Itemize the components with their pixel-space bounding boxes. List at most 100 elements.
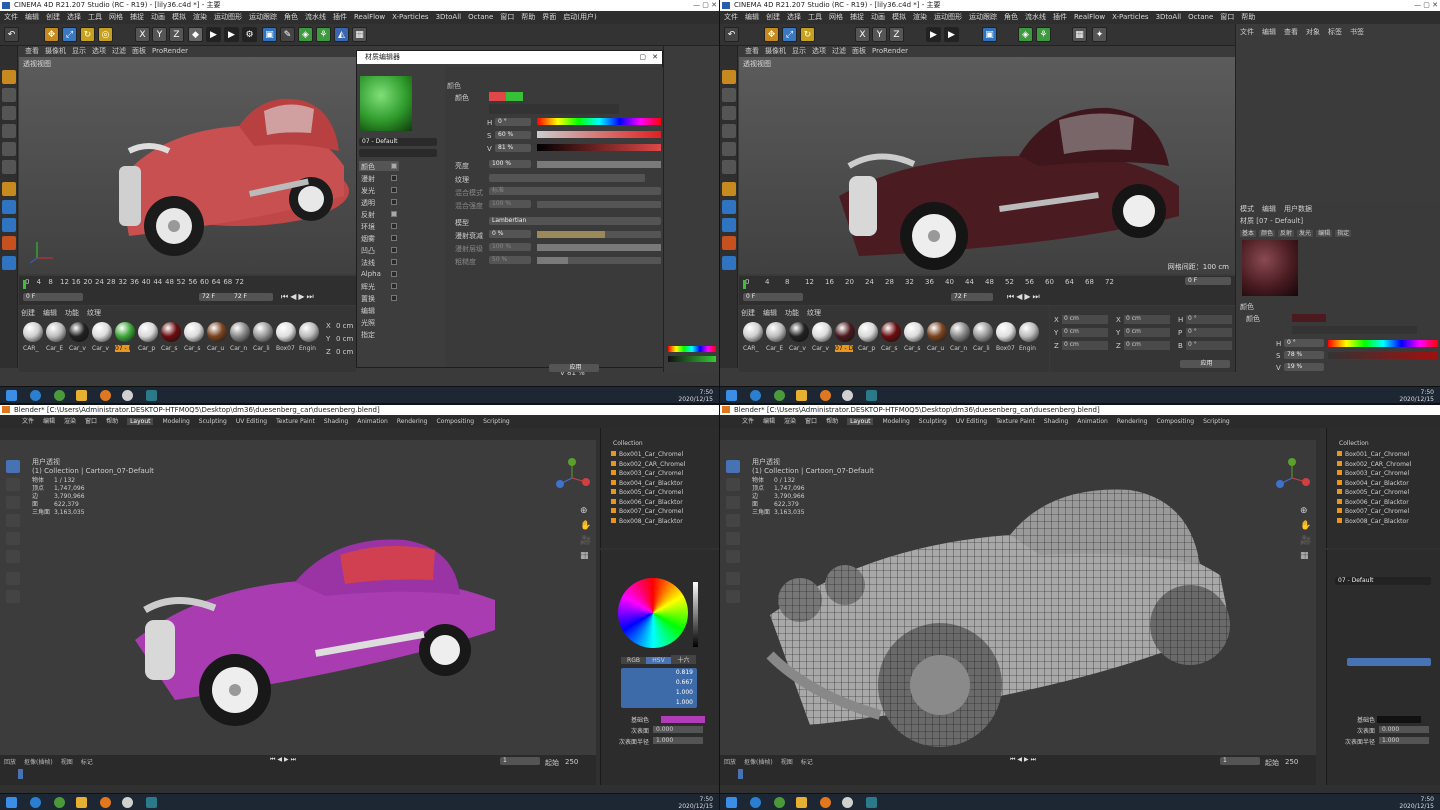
timeline-menu-item[interactable]: 抠像(插帧) bbox=[24, 759, 53, 766]
app-icon[interactable] bbox=[146, 797, 157, 808]
outliner-item-label[interactable]: Box004_Car_Blacktor bbox=[1345, 480, 1409, 487]
workspace-tab[interactable]: Sculpting bbox=[199, 418, 227, 425]
cloner-icon[interactable]: ⚘ bbox=[1036, 27, 1051, 42]
material-ball[interactable] bbox=[253, 322, 273, 342]
cinema4d-icon[interactable] bbox=[842, 797, 853, 808]
value-field[interactable]: 81 % bbox=[495, 144, 531, 152]
menu-item[interactable]: 3DtoAll bbox=[436, 13, 462, 21]
undo-icon[interactable]: ↶ bbox=[724, 27, 739, 42]
channel-row[interactable]: 漫射 bbox=[359, 173, 399, 183]
material-ball[interactable] bbox=[299, 322, 319, 342]
menu-item[interactable]: 编辑 bbox=[763, 418, 775, 425]
object-menu-item[interactable]: 文件 bbox=[1240, 28, 1254, 36]
app-icon[interactable] bbox=[146, 390, 157, 401]
live-select-icon[interactable]: ◎ bbox=[98, 27, 113, 42]
outliner-item-label[interactable]: Box004_Car_Blacktor bbox=[619, 480, 683, 487]
points-mode-icon[interactable] bbox=[722, 124, 736, 138]
outliner-item[interactable]: Box006_Car_Blacktor bbox=[1337, 498, 1411, 508]
channel-checkbox[interactable] bbox=[391, 199, 397, 205]
object-menu-item[interactable]: 对象 bbox=[1306, 28, 1320, 36]
workspace-tab[interactable]: Scripting bbox=[483, 418, 510, 425]
menu-item[interactable]: 创建 bbox=[46, 13, 60, 21]
saturation-slider[interactable] bbox=[1328, 352, 1438, 359]
windows-start-icon[interactable] bbox=[6, 390, 17, 401]
menu-item[interactable]: 运动跟踪 bbox=[249, 13, 277, 21]
move-tool-icon[interactable] bbox=[6, 496, 20, 509]
material-name-field[interactable]: 07 - Default bbox=[359, 138, 437, 146]
playhead[interactable] bbox=[743, 280, 746, 289]
channel-label[interactable]: 辉光 bbox=[361, 282, 375, 292]
viewport-menu-item[interactable]: 显示 bbox=[72, 47, 86, 55]
diffuse-level-slider[interactable] bbox=[537, 244, 661, 251]
outliner-item-label[interactable]: Box007_Car_Chromel bbox=[619, 508, 683, 515]
coord-value-field[interactable]: 0 cm bbox=[1062, 315, 1108, 324]
menu-item[interactable]: 窗口 bbox=[805, 418, 817, 425]
model-mode-icon[interactable] bbox=[722, 88, 736, 102]
material-ball[interactable] bbox=[69, 322, 89, 342]
menu-item[interactable]: 选择 bbox=[67, 13, 81, 21]
close-icon[interactable]: ✕ bbox=[652, 51, 658, 64]
attribute-tab[interactable]: 指定 bbox=[1335, 230, 1352, 237]
coord-value-field[interactable]: 0 cm bbox=[1124, 328, 1170, 337]
menu-item[interactable]: 模拟 bbox=[172, 13, 186, 21]
material-ball[interactable] bbox=[207, 322, 227, 342]
folder-icon[interactable] bbox=[796, 390, 807, 401]
subdivision-icon[interactable]: ◈ bbox=[298, 27, 313, 42]
blender-icon[interactable] bbox=[100, 390, 111, 401]
hue-slider[interactable] bbox=[537, 118, 661, 125]
surface-button[interactable] bbox=[1347, 658, 1431, 666]
viewport-menu-item[interactable]: 选项 bbox=[812, 47, 826, 55]
folder-icon[interactable] bbox=[76, 797, 87, 808]
menu-item[interactable]: 渲染 bbox=[64, 418, 76, 425]
menu-item[interactable]: 界面 bbox=[542, 13, 556, 21]
material-ball[interactable] bbox=[115, 322, 135, 342]
material-label[interactable]: Car_li bbox=[973, 345, 990, 352]
color-mode-tab[interactable]: RGB bbox=[621, 657, 646, 664]
color-swatch[interactable] bbox=[1292, 314, 1326, 322]
playback-controls[interactable]: ⏮◀▶⏭ bbox=[1010, 756, 1038, 764]
rotate-tool-icon[interactable] bbox=[726, 514, 740, 527]
workspace-tab[interactable]: UV Editing bbox=[956, 418, 987, 425]
menu-item[interactable]: 窗口 bbox=[1220, 13, 1234, 21]
timeline[interactable]: 回放 抠像(插帧) 视图 标记 ⏮◀▶⏭ 1 起始 250 bbox=[0, 755, 596, 785]
workspace-tab[interactable]: Layout bbox=[127, 418, 154, 425]
menu-item[interactable]: 3DtoAll bbox=[1156, 13, 1182, 21]
workspace-tab[interactable]: Shading bbox=[324, 418, 348, 425]
menu-item[interactable]: 渲染 bbox=[913, 13, 927, 21]
channel-checkbox[interactable] bbox=[391, 175, 397, 181]
channel-row[interactable]: 编辑 bbox=[359, 305, 399, 315]
cube-icon[interactable]: ▣ bbox=[262, 27, 277, 42]
material-ball[interactable] bbox=[92, 322, 112, 342]
hsv-value-field[interactable]: 1.000 bbox=[621, 688, 697, 698]
menu-item[interactable]: 文件 bbox=[4, 13, 18, 21]
axis-x-icon[interactable]: X bbox=[135, 27, 150, 42]
menu-item[interactable]: 动画 bbox=[151, 13, 165, 21]
menu-item[interactable]: 编辑 bbox=[25, 13, 39, 21]
material-menu-item[interactable]: 创建 bbox=[21, 309, 35, 317]
workspace-tab[interactable]: Compositing bbox=[1156, 418, 1194, 425]
attribute-menu-item[interactable]: 用户数据 bbox=[1284, 205, 1312, 213]
menu-item[interactable]: 运动图形 bbox=[934, 13, 962, 21]
cursor-tool-icon[interactable] bbox=[6, 478, 20, 491]
max-frame-field[interactable]: 0 F bbox=[1185, 277, 1231, 285]
menu-item[interactable]: 插件 bbox=[333, 13, 347, 21]
menu-item[interactable]: X-Particles bbox=[392, 13, 428, 21]
material-label[interactable]: Car_s bbox=[881, 345, 897, 352]
chrome-icon[interactable] bbox=[774, 797, 785, 808]
viewport-menu-item[interactable]: ProRender bbox=[872, 47, 908, 55]
channel-label[interactable]: 光照 bbox=[361, 318, 375, 328]
viewport-menu-item[interactable]: ProRender bbox=[152, 47, 188, 55]
pen-icon[interactable]: ✎ bbox=[280, 27, 295, 42]
material-ball[interactable] bbox=[23, 322, 43, 342]
outliner-item[interactable]: Box002_CAR_Chromel bbox=[611, 460, 685, 470]
channel-checkbox[interactable] bbox=[391, 271, 397, 277]
object-menu-item[interactable]: 编辑 bbox=[1262, 28, 1276, 36]
render-picture-viewer-icon[interactable]: ▶ bbox=[944, 27, 959, 42]
outliner-item-label[interactable]: Box008_Car_Blacktor bbox=[619, 518, 683, 525]
folder-icon[interactable] bbox=[796, 797, 807, 808]
outliner-item[interactable]: Box003_Car_Chromel bbox=[611, 469, 685, 479]
menu-item[interactable]: 网格 bbox=[109, 13, 123, 21]
timeline-menu-item[interactable]: 视图 bbox=[781, 759, 793, 766]
car-model-maroon[interactable] bbox=[819, 86, 1189, 271]
maximize-icon[interactable]: ▢ bbox=[639, 51, 646, 64]
